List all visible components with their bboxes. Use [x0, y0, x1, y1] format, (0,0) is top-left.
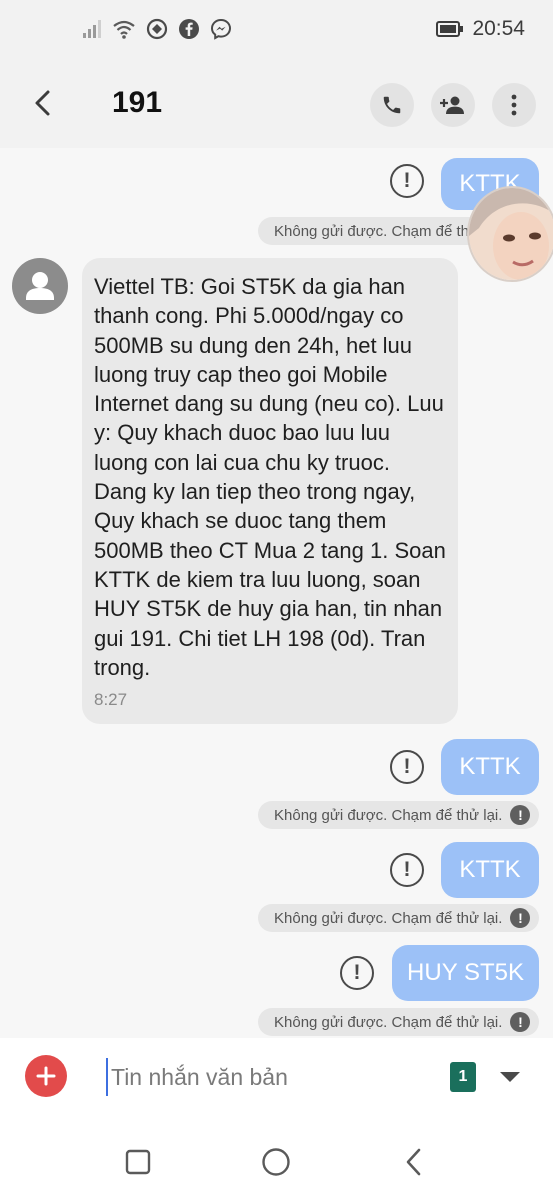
send-failed-notice[interactable]: Không gửi được. Chạm để thử lại. — [258, 217, 488, 245]
wifi-icon — [113, 20, 135, 39]
home-icon — [262, 1148, 290, 1176]
conversation-title: 191 — [112, 86, 163, 119]
outgoing-message-bubble[interactable]: KTTK — [441, 739, 539, 795]
nav-back-icon — [406, 1148, 421, 1176]
failed-message-icon[interactable]: ! — [340, 956, 374, 990]
error-icon: ! — [510, 908, 531, 928]
error-icon: ! — [510, 1012, 531, 1032]
add-attachment-button[interactable] — [25, 1055, 67, 1097]
system-nav-bar — [0, 1120, 553, 1200]
chevron-down-icon — [500, 1072, 520, 1082]
message-input[interactable] — [106, 1058, 426, 1096]
message-text: KTTK — [459, 753, 521, 780]
signal-icon — [83, 20, 101, 38]
sender-avatar[interactable] — [12, 258, 68, 314]
messenger-icon — [210, 18, 232, 40]
message-timestamp: 8:27 — [94, 690, 128, 709]
status-right: 20:54 — [436, 17, 525, 41]
failed-message-icon[interactable]: ! — [390, 164, 424, 198]
person-icon — [26, 272, 54, 300]
incoming-message-bubble[interactable]: Viettel TB: Goi ST5K da gia han thanh co… — [82, 258, 458, 724]
phone-icon — [383, 96, 401, 114]
battery-icon — [436, 21, 464, 37]
send-failed-text: Không gửi được. Chạm để thử lại. — [274, 1013, 503, 1031]
outgoing-message-bubble[interactable]: HUY ST5K — [392, 945, 539, 1001]
send-failed-notice[interactable]: Không gửi được. Chạm để thử lại. ! — [258, 801, 539, 829]
call-button[interactable] — [370, 83, 414, 127]
more-options-button[interactable] — [492, 83, 536, 127]
add-contact-icon — [440, 96, 464, 114]
failed-message-icon[interactable]: ! — [390, 853, 424, 887]
chat-head-photo — [469, 188, 553, 280]
sim-selector-badge[interactable]: 1 — [450, 1062, 476, 1092]
more-options-icon — [511, 94, 517, 116]
nav-back-button[interactable] — [394, 1142, 434, 1182]
message-text: KTTK — [459, 856, 521, 883]
back-button[interactable] — [22, 82, 64, 124]
recents-icon — [125, 1149, 151, 1175]
message-text: HUY ST5K — [407, 959, 524, 986]
plus-icon — [36, 1066, 56, 1086]
send-failed-text: Không gửi được. Chạm để thử lại. — [274, 222, 488, 240]
send-failed-text: Không gửi được. Chạm để thử lại. — [274, 909, 503, 927]
send-failed-text: Không gửi được. Chạm để thử lại. — [274, 806, 503, 824]
back-arrow-icon — [35, 90, 50, 116]
failed-message-icon[interactable]: ! — [390, 750, 424, 784]
incoming-message-text: Viettel TB: Goi ST5K da gia han thanh co… — [94, 274, 446, 680]
send-failed-notice[interactable]: Không gửi được. Chạm để thử lại. ! — [258, 1008, 539, 1036]
home-button[interactable] — [256, 1142, 296, 1182]
compose-bar: 1 — [0, 1038, 553, 1120]
clock: 20:54 — [472, 17, 525, 40]
app-bar: 191 — [0, 60, 553, 148]
sim-dropdown-button[interactable] — [494, 1064, 526, 1090]
status-icons — [82, 18, 232, 40]
outgoing-message-bubble[interactable]: KTTK — [441, 842, 539, 898]
facebook-icon — [179, 19, 199, 39]
recents-button[interactable] — [118, 1142, 158, 1182]
status-bar: 20:54 — [0, 0, 553, 60]
send-failed-notice[interactable]: Không gửi được. Chạm để thử lại. ! — [258, 904, 539, 932]
add-contact-button[interactable] — [431, 83, 475, 127]
error-icon: ! — [510, 805, 531, 825]
message-thread[interactable]: ! KTTK Không gửi được. Chạm để thử lại. … — [0, 148, 553, 1038]
chat-head-avatar[interactable] — [467, 186, 553, 282]
sync-icon — [146, 18, 168, 40]
